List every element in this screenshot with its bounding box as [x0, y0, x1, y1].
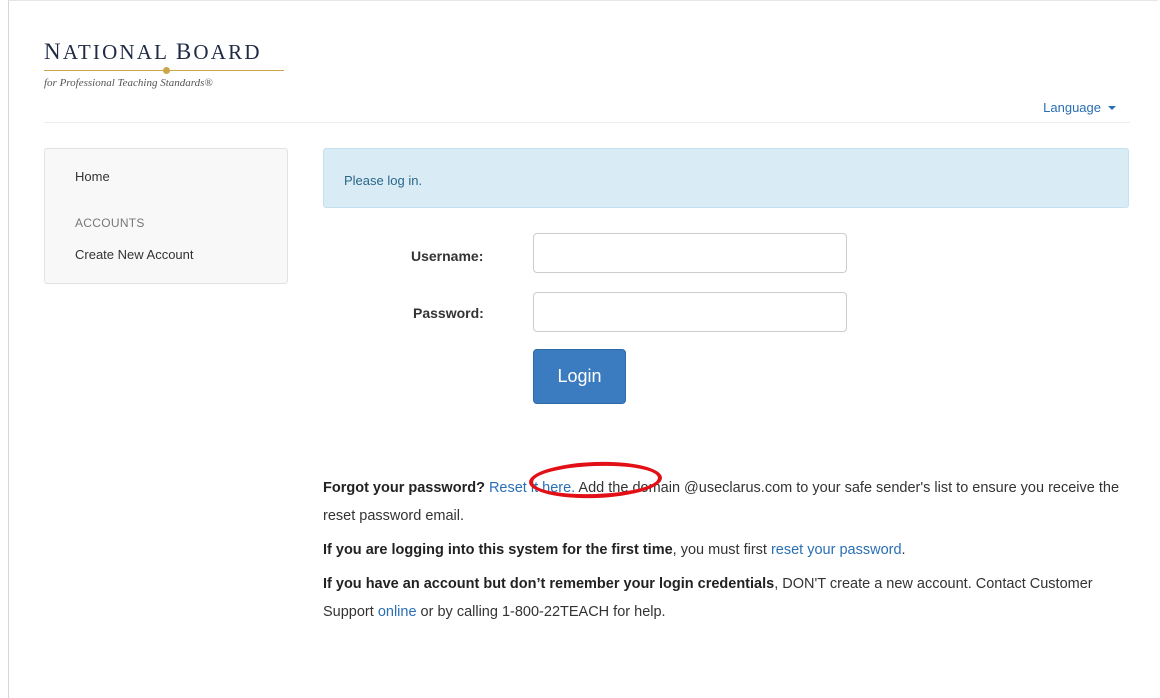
first-time-note: If you are logging into this system for … — [323, 536, 1123, 564]
no-remember-text-2: or by calling 1-800-22TEACH for help. — [416, 604, 666, 620]
help-notes: Forgot your password? Reset it here. Add… — [323, 474, 1123, 632]
logo-rule — [44, 67, 284, 75]
reset-your-password-link[interactable]: reset your password — [771, 542, 902, 558]
caret-down-icon — [1108, 105, 1116, 110]
no-remember-bold: If you have an account but don’t remembe… — [323, 576, 775, 592]
logo-title-cap-1: N — [44, 39, 63, 64]
no-remember-note: If you have an account but don’t remembe… — [323, 570, 1123, 626]
language-label: Language — [1043, 100, 1101, 115]
login-button[interactable]: Login — [533, 349, 626, 404]
logo-subtitle: for Professional Teaching Standards® — [44, 77, 213, 89]
logo-title-text-2: OARD — [193, 40, 262, 64]
first-time-end: . — [901, 542, 906, 558]
reset-it-here-link[interactable]: Reset it here. — [489, 480, 575, 496]
forgot-password-note: Forgot your password? Reset it here. Add… — [323, 474, 1123, 530]
logo-rule-dot — [163, 67, 170, 74]
sidebar-item-create-account[interactable]: Create New Account — [75, 247, 194, 262]
header-divider — [44, 122, 1130, 123]
forgot-password-bold: Forgot your password? — [323, 480, 485, 496]
logo-title-text-1: ATIONAL — [62, 40, 176, 64]
login-alert: Please log in. — [323, 148, 1129, 208]
logo-title: NATIONAL BOARD — [44, 39, 304, 65]
logo-title-cap-2: B — [175, 39, 194, 64]
username-label: Username: — [411, 248, 484, 264]
alert-text: Please log in. — [344, 173, 423, 188]
password-label: Password: — [413, 305, 484, 321]
username-input[interactable] — [533, 233, 847, 273]
first-time-text: , you must first — [672, 542, 771, 558]
customer-support-online-link[interactable]: online — [378, 604, 417, 620]
sidebar: Home ACCOUNTS Create New Account — [44, 148, 288, 284]
first-time-bold: If you are logging into this system for … — [323, 542, 673, 558]
sidebar-heading-accounts: ACCOUNTS — [75, 216, 145, 230]
language-dropdown[interactable]: Language — [1043, 100, 1116, 115]
sidebar-item-home[interactable]: Home — [75, 169, 110, 184]
password-input[interactable] — [533, 292, 847, 332]
nbpts-logo[interactable]: NATIONAL BOARD for Professional Teaching… — [44, 40, 304, 89]
